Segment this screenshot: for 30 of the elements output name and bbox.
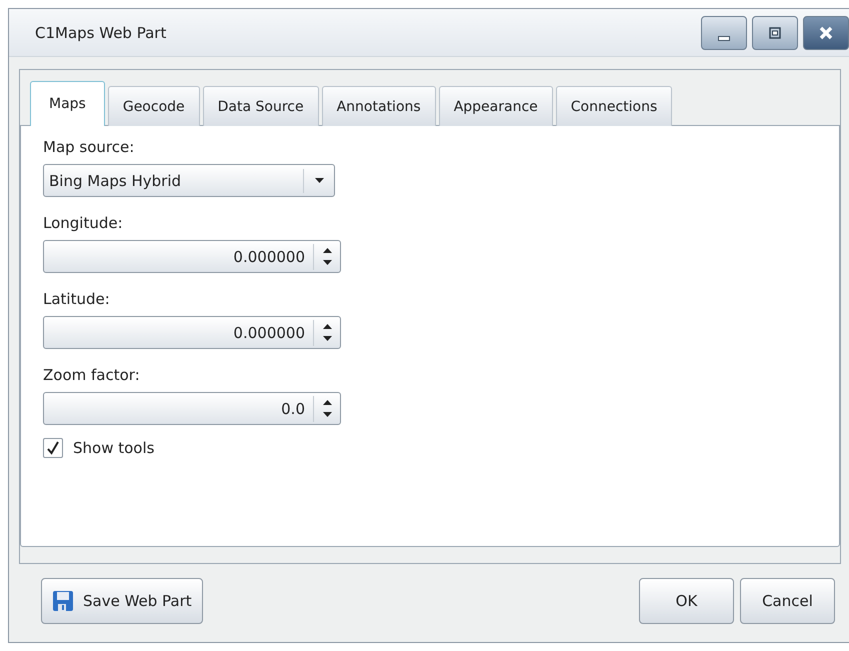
cancel-button[interactable]: Cancel: [740, 578, 835, 624]
tab[interactable]: Annotations: [322, 86, 436, 126]
maximize-icon: [767, 24, 783, 40]
field-label: Zoom factor:: [43, 366, 141, 384]
number-field[interactable]: 0.0: [43, 392, 341, 425]
tab[interactable]: Connections: [556, 86, 672, 126]
save-button[interactable]: Save Web Part: [41, 578, 203, 624]
tab[interactable]: Geocode: [108, 86, 200, 126]
field-label: Longitude:: [43, 214, 124, 232]
field-label: Map source:: [43, 138, 136, 156]
spinner-arrows-icon[interactable]: [322, 248, 332, 265]
spinner-arrows-icon[interactable]: [322, 400, 332, 417]
tab[interactable]: Appearance: [438, 86, 553, 126]
checkbox[interactable]: [43, 438, 63, 458]
ok-button[interactable]: OK: [639, 578, 734, 624]
spinner-arrows-icon[interactable]: [322, 324, 332, 341]
close-button[interactable]: [803, 16, 849, 50]
minimize-icon: [718, 36, 730, 40]
window-title: C1Maps Web Part: [35, 24, 166, 42]
close-icon: [818, 24, 834, 40]
minimize-button[interactable]: [701, 16, 747, 50]
checkbox-label: Show tools: [73, 439, 154, 457]
number-field[interactable]: 0.000000: [43, 316, 341, 349]
field-label: Latitude:: [43, 290, 111, 308]
dropdown[interactable]: Bing Maps Hybrid: [43, 164, 335, 197]
tab[interactable]: Data Source: [202, 86, 319, 126]
number-field[interactable]: 0.000000: [43, 240, 341, 273]
maximize-button[interactable]: [752, 16, 798, 50]
tab[interactable]: Maps: [30, 81, 105, 126]
dropdown-arrow-icon[interactable]: [314, 178, 324, 183]
